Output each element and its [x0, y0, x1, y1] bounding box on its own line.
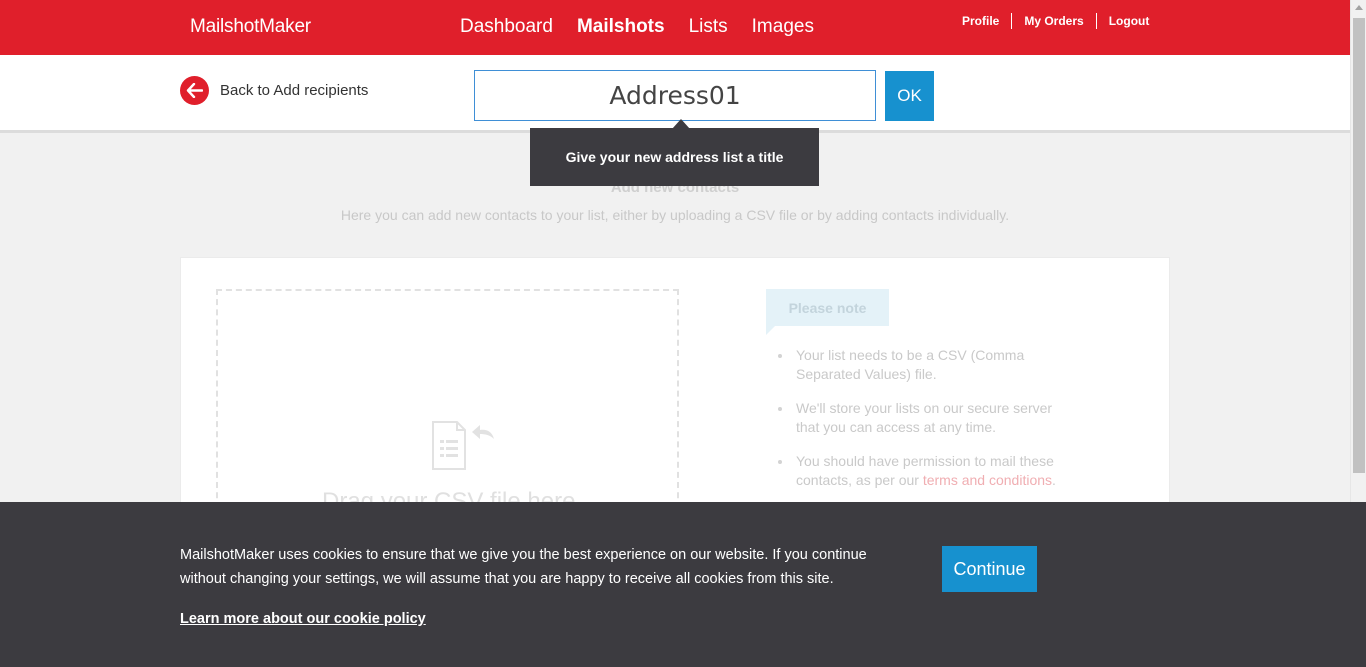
cookie-banner: MailshotMaker uses cookies to ensure tha… [0, 502, 1366, 667]
please-note-tag: Please note [766, 289, 889, 326]
bullet-icon [778, 407, 782, 411]
top-nav-bar: MailshotMaker Dashboard Mailshots Lists … [0, 0, 1350, 55]
continue-button[interactable]: Continue [942, 546, 1037, 592]
terms-link[interactable]: terms and conditions [923, 472, 1052, 488]
nav-lists[interactable]: Lists [689, 16, 728, 38]
cookie-policy-link[interactable]: Learn more about our cookie policy [180, 611, 426, 627]
upload-file-icon [430, 420, 496, 477]
back-arrow-icon [180, 76, 209, 105]
ok-button[interactable]: OK [885, 71, 934, 121]
nav-images[interactable]: Images [752, 16, 814, 38]
bullet-icon [778, 460, 782, 464]
my-orders-link[interactable]: My Orders [1024, 14, 1083, 28]
nav-divider [1095, 13, 1097, 29]
note-item: Your list needs to be a CSV (Comma Separ… [776, 346, 1076, 384]
logout-link[interactable]: Logout [1109, 14, 1150, 28]
nav-mailshots[interactable]: Mailshots [577, 16, 665, 38]
profile-link[interactable]: Profile [962, 14, 999, 28]
brand-logo[interactable]: MailshotMaker [190, 16, 311, 38]
scroll-up-arrow-icon[interactable] [1355, 5, 1363, 10]
note-tag-tail [766, 326, 775, 335]
bullet-icon [778, 354, 782, 358]
scroll-thumb[interactable] [1353, 18, 1365, 473]
nav-dashboard[interactable]: Dashboard [460, 16, 553, 38]
main-nav: Dashboard Mailshots Lists Images [460, 16, 814, 38]
nav-divider [1011, 13, 1013, 29]
back-button[interactable]: Back to Add recipients [180, 76, 368, 105]
cookie-message: MailshotMaker uses cookies to ensure tha… [180, 547, 867, 587]
list-title-input[interactable] [474, 70, 876, 121]
note-item: You should have permission to mail these… [776, 452, 1076, 490]
title-tooltip: Give your new address list a title [530, 128, 819, 186]
note-item: We'll store your lists on our secure ser… [776, 399, 1076, 437]
notes-list: Your list needs to be a CSV (Comma Separ… [776, 346, 1076, 505]
back-label: Back to Add recipients [220, 82, 369, 99]
user-nav: Profile My Orders Logout [962, 13, 1149, 29]
section-description: Here you can add new contacts to your li… [340, 207, 1010, 223]
